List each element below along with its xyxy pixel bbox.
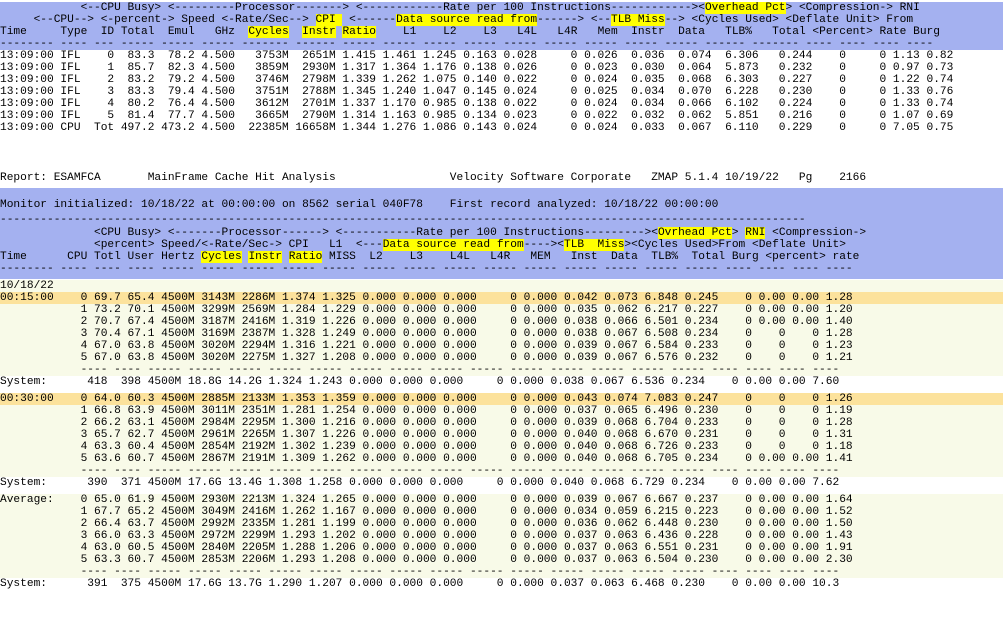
report2-header-line: -------- ---- ---- ---- ----- ----- ----… [0,263,1003,275]
table-row: 13:09:00 IFL 5 81.4 77.7 4.500 3665M 279… [0,110,1003,122]
table-row: 13:09:00 IFL 2 83.2 79.2 4.500 3746M 279… [0,74,1003,86]
table-row: 5 63.6 60.7 4500M 2867M 2191M 1.309 1.26… [0,453,1003,465]
subtotal-rule: ---- ---- ----- ----- ----- ----- ----- … [0,566,1003,578]
table-row: 2 70.7 67.4 4500M 3187M 2416M 1.319 1.22… [0,316,1003,328]
table-row: 4 63.3 60.4 4500M 2854M 2192M 1.302 1.23… [0,441,1003,453]
table-row: 4 67.0 63.8 4500M 3020M 2294M 1.316 1.22… [0,340,1003,352]
table-row: 5 67.0 63.8 4500M 3020M 2275M 1.327 1.20… [0,352,1003,364]
system-total-row: System: 418 398 4500M 18.8G 14.2G 1.324 … [0,376,1003,388]
date-line: 10/18/22 [0,280,1003,292]
average-row: 1 67.7 65.2 4500M 3049M 2416M 1.262 1.16… [0,506,1003,518]
table-row: 13:09:00 IFL 3 83.3 79.4 4.500 3751M 278… [0,86,1003,98]
report1-header-line: Time Type ID Total Emul GHz Cycles Instr… [0,26,1003,38]
table-row: 3 65.7 62.7 4500M 2961M 2265M 1.307 1.22… [0,429,1003,441]
average-row: 3 66.0 63.3 4500M 2972M 2299M 1.293 1.20… [0,530,1003,542]
subtotal-rule: ---- ---- ----- ----- ----- ----- ----- … [0,465,1003,477]
report1-header-line: -------- ---- --- ----- ----- ----- ----… [0,38,1003,50]
table-row: 13:09:00 IFL 4 80.2 76.4 4.500 3612M 270… [0,98,1003,110]
table-row: 13:09:00 CPU Tot 497.2 473.2 4.500 22385… [0,122,1003,134]
table-row: 2 66.2 63.1 4500M 2984M 2295M 1.300 1.21… [0,417,1003,429]
subtotal-rule: ---- ---- ----- ----- ----- ----- ----- … [0,364,1003,376]
report1-header-line: <--CPU Busy> <---------Processor------->… [0,2,1003,14]
report2-header-line: Time CPU Totl User Hertz Cycles Instr Ra… [0,251,1003,263]
average-row: 2 66.4 63.7 4500M 2992M 2335M 1.281 1.19… [0,518,1003,530]
report1-header-line: <--CPU--> <-percent-> Speed <-Rate/Sec--… [0,14,1003,26]
report2-header-line: <percent> Speed/<-Rate/Sec-> CPI L1 <---… [0,239,1003,251]
report-title-line: Report: ESAMFCA MainFrame Cache Hit Anal… [0,172,1003,184]
system-total-row: System: 390 371 4500M 17.6G 13.4G 1.308 … [0,477,1003,489]
table-row: 1 66.8 63.9 4500M 3011M 2351M 1.281 1.25… [0,405,1003,417]
average-row: 5 63.3 60.7 4500M 2853M 2206M 1.293 1.20… [0,554,1003,566]
average-system-row: System: 391 375 4500M 17.6G 13.7G 1.290 … [0,578,1003,590]
table-row: 00:15:00 0 69.7 65.4 4500M 3143M 2286M 1… [0,292,1003,304]
average-row: 4 63.0 60.5 4500M 2840M 2205M 1.288 1.20… [0,542,1003,554]
report2-header-line: <CPU Busy> <-------Processor------> <---… [0,227,1003,239]
table-row: 1 73.2 70.1 4500M 3299M 2569M 1.284 1.22… [0,304,1003,316]
table-row: 13:09:00 IFL 1 85.7 82.3 4.500 3859M 293… [0,62,1003,74]
table-row: 00:30:00 0 64.0 60.3 4500M 2885M 2133M 1… [0,393,1003,405]
average-row: Average: 0 65.0 61.9 4500M 2930M 2213M 1… [0,494,1003,506]
monitor-info-line: Monitor initialized: 10/18/22 at 00:00:0… [0,199,1003,211]
table-row: 13:09:00 IFL 0 83.3 78.2 4.500 3753M 265… [0,50,1003,62]
header-rule: ----------------------------------------… [0,214,1003,226]
table-row: 3 70.4 67.1 4500M 3169M 2387M 1.328 1.24… [0,328,1003,340]
